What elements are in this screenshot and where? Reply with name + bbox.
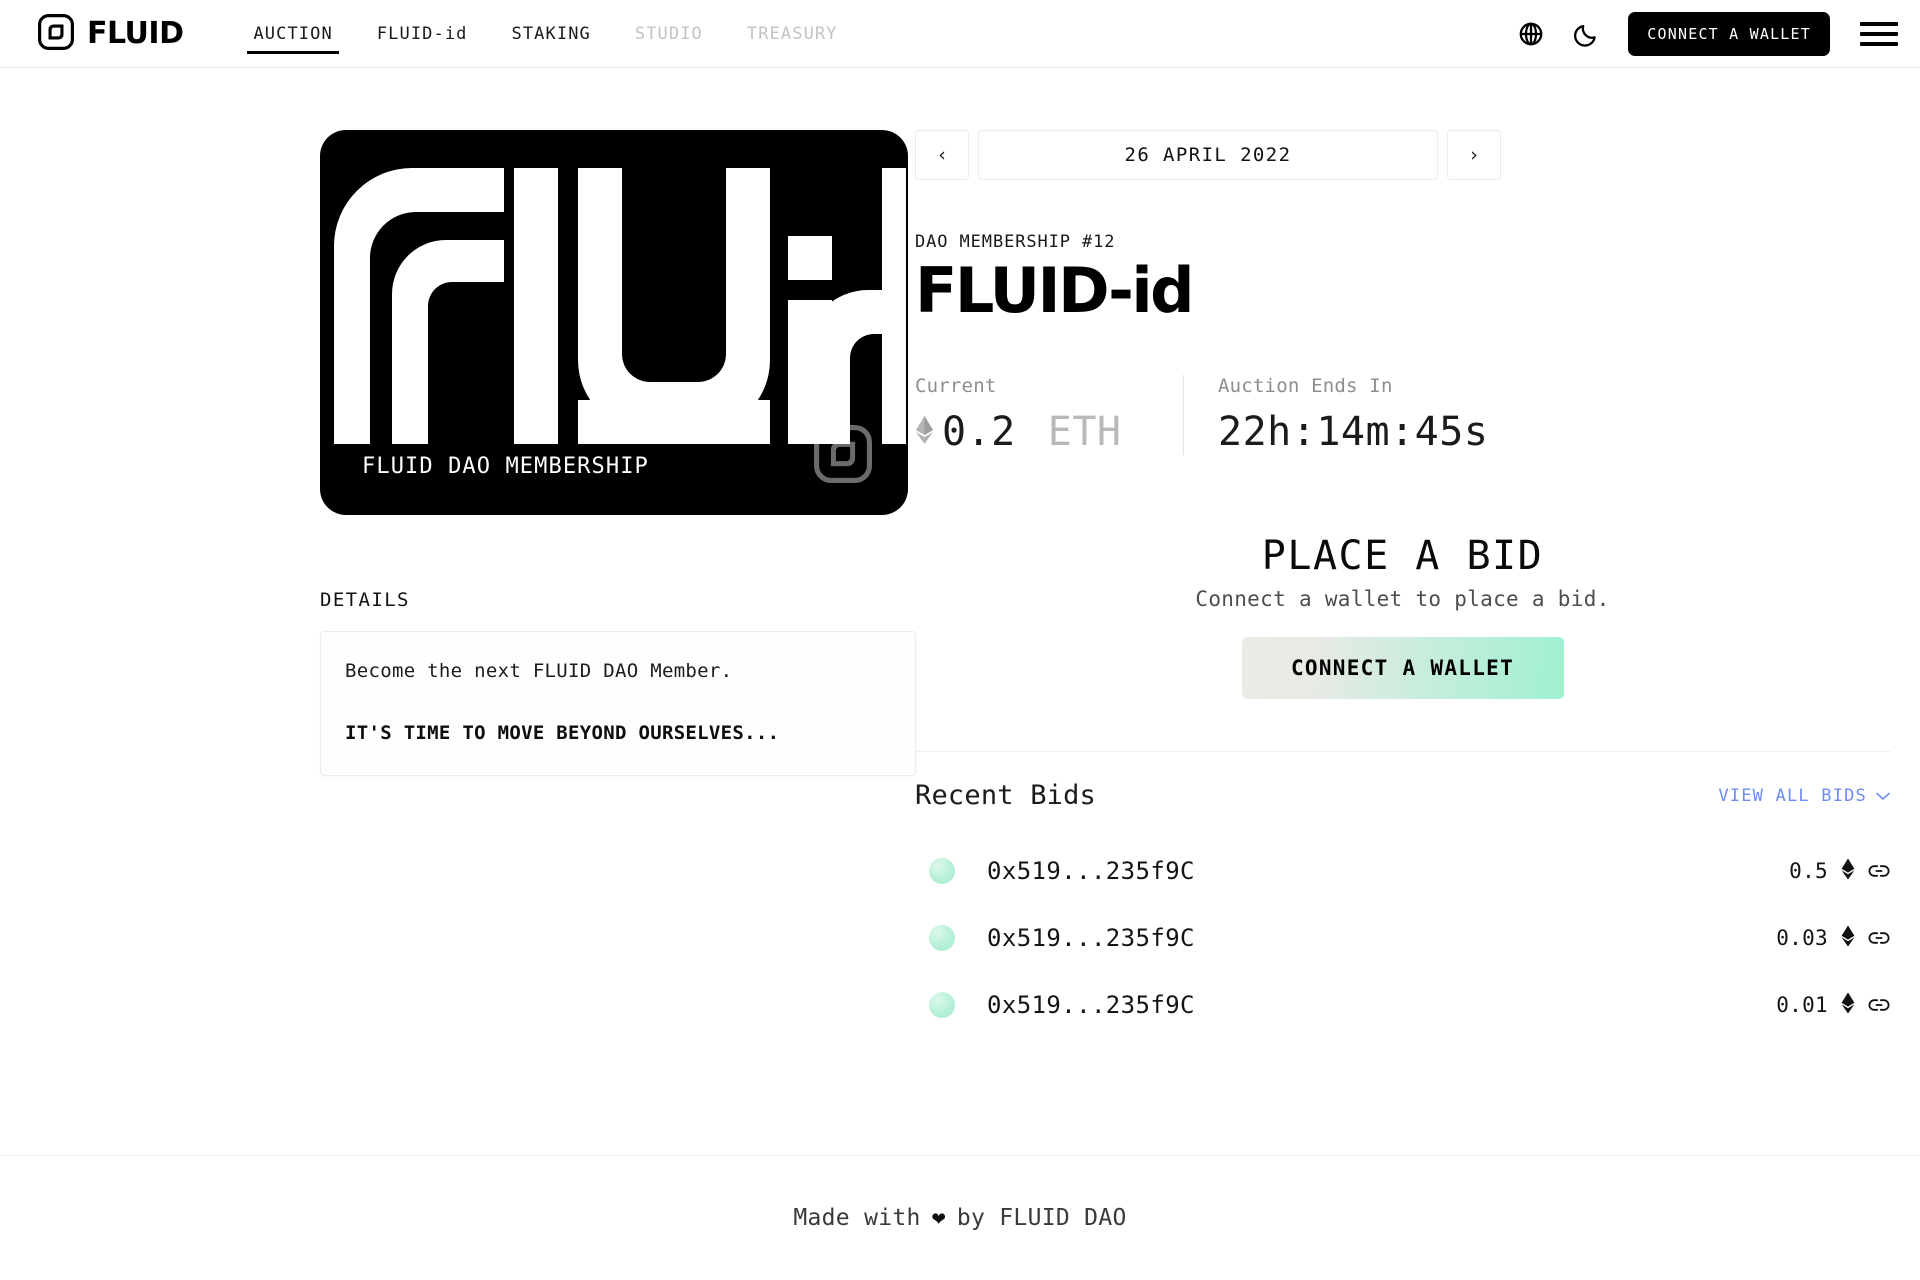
brand-logo[interactable]: FLUID bbox=[38, 13, 184, 54]
site-footer: Made with ❤ by FLUID DAO bbox=[0, 1155, 1920, 1280]
chevron-down-icon bbox=[1876, 786, 1890, 806]
ethereum-icon bbox=[1841, 992, 1855, 1018]
place-bid-section: PLACE A BID Connect a wallet to place a … bbox=[915, 533, 1920, 700]
nft-artwork-card: FLUID DAO MEMBERSHIP bbox=[320, 130, 908, 515]
recent-bids-header: Recent Bids VIEW ALL BIDS bbox=[915, 780, 1920, 811]
bid-amount: 0.01 bbox=[1776, 992, 1828, 1017]
ethereum-icon bbox=[1841, 858, 1855, 884]
chevron-left-icon: ‹ bbox=[938, 144, 946, 166]
place-bid-subtitle: Connect a wallet to place a bid. bbox=[1195, 587, 1610, 612]
hamburger-menu-icon[interactable] bbox=[1860, 21, 1898, 46]
recent-bids-list: 0x519...235f9C 0.5 0x519...235f9C 0.03 0… bbox=[915, 837, 1920, 1038]
current-bid-amount: 0.2 bbox=[942, 409, 1016, 456]
heart-icon: ❤ bbox=[931, 1205, 946, 1231]
auction-stats: Current 0.2 ETH Auction Ends In 22h:14m:… bbox=[915, 375, 1920, 456]
moon-icon[interactable] bbox=[1572, 19, 1602, 49]
bid-amount: 0.5 bbox=[1789, 858, 1828, 883]
auction-countdown-stat: Auction Ends In 22h:14m:45s bbox=[1183, 375, 1528, 456]
external-link-icon[interactable] bbox=[1868, 998, 1890, 1012]
nft-caption: FLUID DAO MEMBERSHIP bbox=[362, 454, 649, 479]
external-link-icon[interactable] bbox=[1868, 864, 1890, 878]
nav-item-fluid-id[interactable]: FLUID-id bbox=[355, 0, 490, 68]
site-header: FLUID AUCTION FLUID-id STAKING STUDIO TR… bbox=[0, 0, 1920, 68]
bid-amount: 0.03 bbox=[1776, 925, 1828, 950]
view-all-bids-button[interactable]: VIEW ALL BIDS bbox=[1718, 786, 1890, 806]
bidder-address: 0x519...235f9C bbox=[987, 856, 1195, 885]
connect-wallet-button-header[interactable]: CONNECT A WALLET bbox=[1628, 11, 1830, 56]
nav-item-studio[interactable]: STUDIO bbox=[613, 0, 725, 68]
chevron-right-icon: › bbox=[1470, 144, 1478, 166]
details-tagline: IT'S TIME TO MOVE BEYOND OURSELVES... bbox=[345, 722, 780, 744]
countdown-label: Auction Ends In bbox=[1218, 375, 1393, 398]
external-link-icon[interactable] bbox=[1868, 931, 1890, 945]
nav-item-auction[interactable]: AUCTION bbox=[231, 0, 354, 68]
connect-wallet-button-main[interactable]: CONNECT A WALLET bbox=[1241, 637, 1564, 700]
bidder-address: 0x519...235f9C bbox=[987, 923, 1195, 952]
bid-amount-group: 0.01 bbox=[1776, 992, 1890, 1018]
header-actions: CONNECT A WALLET bbox=[1516, 11, 1898, 56]
view-all-bids-label: VIEW ALL BIDS bbox=[1718, 785, 1867, 806]
avatar bbox=[929, 924, 955, 951]
footer-credit: Made with ❤ by FLUID DAO bbox=[793, 1205, 1126, 1231]
date-navigator: ‹ 26 APRIL 2022 › bbox=[915, 130, 1920, 180]
section-divider bbox=[915, 751, 1890, 753]
next-auction-button[interactable]: › bbox=[1447, 130, 1501, 180]
ethereum-icon bbox=[1841, 925, 1855, 951]
brand-name: FLUID bbox=[87, 16, 184, 51]
bidder-address: 0x519...235f9C bbox=[987, 990, 1195, 1019]
table-row[interactable]: 0x519...235f9C 0.5 bbox=[915, 837, 1890, 904]
bid-amount-group: 0.03 bbox=[1776, 925, 1890, 951]
footer-by: by FLUID DAO bbox=[956, 1205, 1127, 1231]
place-bid-heading: PLACE A BID bbox=[1261, 533, 1544, 580]
current-bid-label: Current bbox=[915, 375, 997, 398]
avatar bbox=[929, 991, 955, 1018]
fluid-wordmark-art bbox=[326, 154, 908, 448]
fluid-logo-icon-badge bbox=[814, 425, 872, 487]
auction-column: ‹ 26 APRIL 2022 › DAO MEMBERSHIP #12 FLU… bbox=[915, 130, 1920, 1155]
details-panel: Become the next FLUID DAO Member. IT'S T… bbox=[320, 631, 916, 776]
main-content: FLUID DAO MEMBERSHIP DETAILS Become the … bbox=[0, 68, 1920, 1155]
artwork-column: FLUID DAO MEMBERSHIP DETAILS Become the … bbox=[0, 130, 916, 1155]
bid-amount-group: 0.5 bbox=[1789, 858, 1890, 884]
details-description: Become the next FLUID DAO Member. bbox=[345, 660, 733, 682]
avatar bbox=[929, 857, 955, 884]
nav-item-staking[interactable]: STAKING bbox=[490, 0, 613, 68]
current-bid-currency: ETH bbox=[1047, 409, 1122, 456]
table-row[interactable]: 0x519...235f9C 0.01 bbox=[915, 971, 1890, 1038]
main-navigation: AUCTION FLUID-id STAKING STUDIO TREASURY bbox=[231, 0, 859, 68]
nav-item-treasury[interactable]: TREASURY bbox=[725, 0, 860, 68]
auction-date[interactable]: 26 APRIL 2022 bbox=[978, 130, 1438, 180]
membership-number: DAO MEMBERSHIP #12 bbox=[915, 232, 1116, 252]
recent-bids-title: Recent Bids bbox=[915, 780, 1097, 812]
countdown-value: 22h:14m:45s bbox=[1218, 409, 1489, 456]
page-title: FLUID-id bbox=[915, 254, 1195, 327]
globe-icon[interactable] bbox=[1516, 19, 1546, 49]
details-heading: DETAILS bbox=[320, 589, 410, 611]
ethereum-icon bbox=[915, 409, 934, 455]
previous-auction-button[interactable]: ‹ bbox=[915, 130, 969, 180]
table-row[interactable]: 0x519...235f9C 0.03 bbox=[915, 904, 1890, 971]
footer-made-with: Made with bbox=[793, 1205, 921, 1231]
current-bid-stat: Current 0.2 ETH bbox=[915, 375, 1183, 455]
fluid-logo-icon bbox=[38, 13, 74, 54]
current-bid-value-row: 0.2 ETH bbox=[915, 409, 1143, 455]
